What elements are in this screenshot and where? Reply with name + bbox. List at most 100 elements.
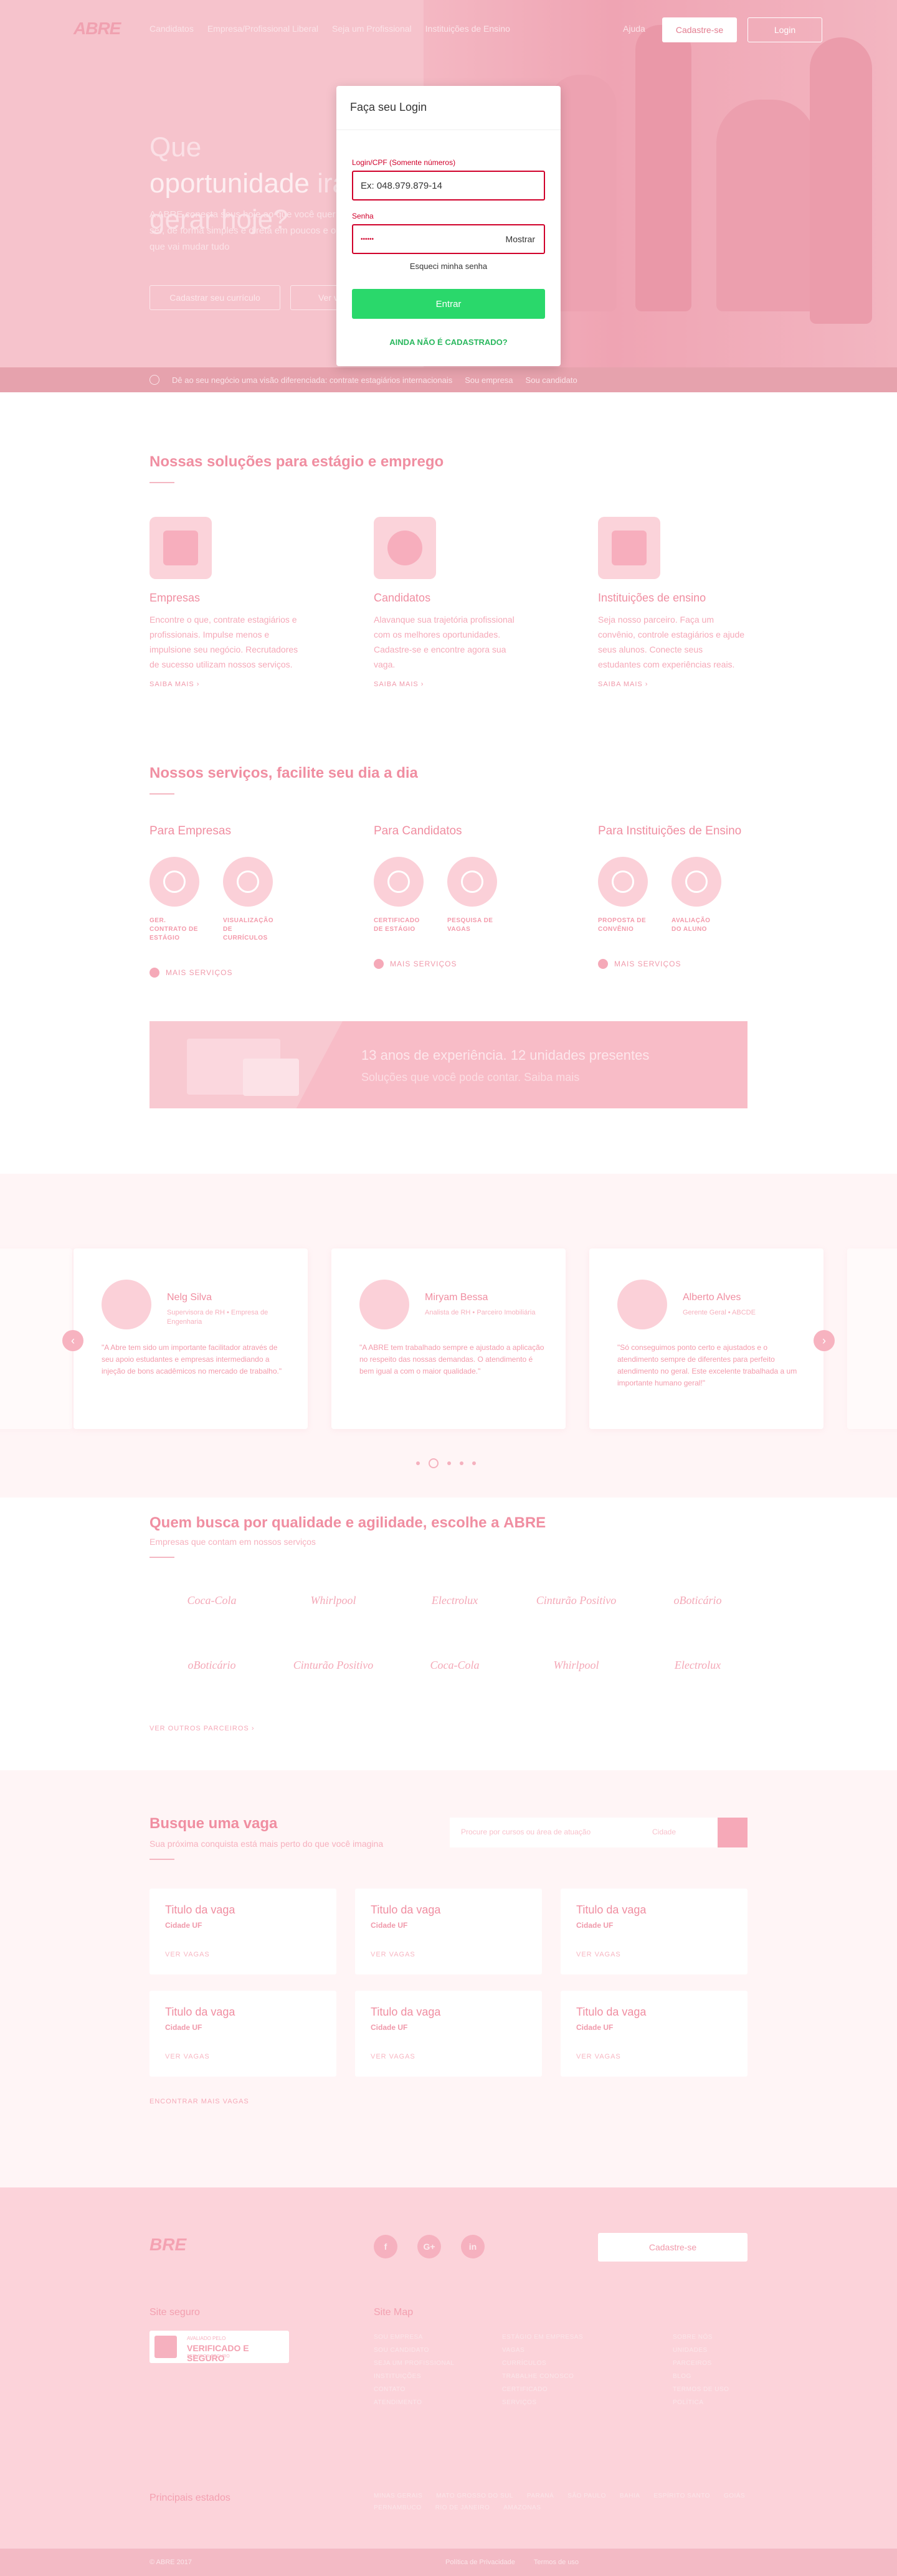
- security-seal[interactable]: AVALIADO PELO VERIFICADO E SEGURO SERVID…: [150, 2331, 289, 2363]
- state-link[interactable]: PERNAMBUCO: [374, 2504, 422, 2511]
- carousel-dot[interactable]: [472, 1461, 476, 1465]
- state-link[interactable]: MINAS GERAIS: [374, 2493, 422, 2499]
- privacy-link[interactable]: Política de Privacidade: [445, 2559, 515, 2566]
- nav-link-candidatos[interactable]: Candidatos: [150, 24, 194, 34]
- sitemap-link[interactable]: SOU CANDIDATO: [374, 2344, 454, 2357]
- hero-lead: A ABRE conecta seus hoje ao que você que…: [150, 209, 336, 252]
- testimonial-card: Nelg Silva Supervisora de RH • Empresa d…: [74, 1248, 308, 1429]
- solution-link[interactable]: SAIBA MAIS ›: [598, 681, 748, 688]
- footer-logo[interactable]: BRE: [150, 2235, 186, 2255]
- not-registered-link[interactable]: AINDA NÃO É CADASTRADO?: [336, 337, 561, 347]
- sitemap-link[interactable]: INSTITUIÇÕES: [374, 2370, 454, 2383]
- sitemap-link[interactable]: CURRÍCULOS: [502, 2357, 583, 2370]
- service-item[interactable]: AVALIAÇÃO DO ALUNO: [672, 857, 721, 934]
- state-link[interactable]: BAHIA: [620, 2493, 640, 2499]
- job-card[interactable]: Titulo da vaga Cidade UF VER VAGAS: [355, 1991, 542, 2077]
- carousel-dot-active[interactable]: [429, 1458, 439, 1468]
- sitemap-link[interactable]: BLOG: [673, 2370, 729, 2383]
- service-item[interactable]: PROPOSTA DE CONVÊNIO: [598, 857, 648, 934]
- service-item[interactable]: PESQUISA DE VAGAS: [447, 857, 497, 934]
- sitemap-link[interactable]: ATENDIMENTO: [374, 2396, 454, 2409]
- nav-link-instituicoes[interactable]: Instituições de Ensino: [425, 24, 510, 34]
- state-link[interactable]: PARANÁ: [527, 2493, 554, 2499]
- show-password-button[interactable]: Mostrar: [506, 234, 535, 244]
- info-bar-link-empresa[interactable]: Sou empresa: [465, 375, 513, 385]
- job-card[interactable]: Titulo da vaga Cidade UF VER VAGAS: [150, 1889, 336, 1974]
- sitemap-link[interactable]: CERTIFICADO: [502, 2383, 583, 2396]
- sitemap-link[interactable]: TRABALHE CONOSCO: [502, 2370, 583, 2383]
- sitemap-link[interactable]: PARCEIROS: [673, 2357, 729, 2370]
- carousel-dot[interactable]: [416, 1461, 420, 1465]
- footer-signup-button[interactable]: Cadastre-se: [598, 2233, 748, 2262]
- state-link[interactable]: RIO DE JANEIRO: [435, 2504, 490, 2511]
- copyright-bar: © ABRE 2017 Política de Privacidade Term…: [0, 2549, 897, 2576]
- job-card[interactable]: Titulo da vaga Cidade UF VER VAGAS: [561, 1889, 748, 1974]
- linkedin-icon[interactable]: in: [461, 2235, 485, 2258]
- solution-link[interactable]: SAIBA MAIS ›: [150, 681, 299, 688]
- nav-link-empresa[interactable]: Empresa/Profissional Liberal: [207, 24, 318, 34]
- state-link[interactable]: ESPÍRITO SANTO: [653, 2493, 710, 2499]
- sitemap-link[interactable]: SERVIÇOS: [502, 2396, 583, 2409]
- search-button[interactable]: [718, 1818, 748, 1847]
- sitemap-link[interactable]: POLÍTICA: [673, 2396, 729, 2409]
- sitemap-link[interactable]: UNIDADES: [673, 2344, 729, 2357]
- solution-text: Seja nosso parceiro. Faça um convênio, c…: [598, 615, 745, 669]
- more-services-link[interactable]: MAIS SERVIÇOS: [374, 959, 561, 969]
- service-item[interactable]: CERTIFICADO DE ESTÁGIO: [374, 857, 424, 934]
- state-link[interactable]: SÃO PAULO: [567, 2493, 606, 2499]
- state-link[interactable]: GOIÁS: [724, 2493, 745, 2499]
- city-input[interactable]: Cidade: [652, 1828, 676, 1836]
- states-heading: Principais estados: [150, 2493, 230, 2503]
- whirlpool-logo: Whirlpool: [310, 1594, 356, 1606]
- state-link[interactable]: MATO GROSSO DO SUL: [436, 2493, 513, 2499]
- job-card[interactable]: Titulo da vaga Cidade UF VER VAGAS: [561, 1991, 748, 2077]
- carousel-next-button[interactable]: ›: [814, 1330, 835, 1351]
- service-item[interactable]: VISUALIZAÇÃO DE CURRÍCULOS: [223, 857, 273, 943]
- sitemap-link[interactable]: VAGAS: [502, 2344, 583, 2357]
- login-user-input[interactable]: Ex: 048.979.879-14: [352, 171, 545, 201]
- job-card[interactable]: Titulo da vaga Cidade UF VER VAGAS: [355, 1889, 542, 1974]
- signup-button[interactable]: Cadastre-se: [662, 17, 737, 42]
- state-link[interactable]: AMAZONAS: [503, 2504, 541, 2511]
- nav-help-link[interactable]: Ajuda: [623, 24, 645, 34]
- more-services-link[interactable]: MAIS SERVIÇOS: [150, 968, 336, 978]
- sitemap-link[interactable]: TERMOS DE USO: [673, 2383, 729, 2396]
- hero-cta-curriculum-button[interactable]: Cadastrar seu currículo: [150, 285, 280, 310]
- login-password-input[interactable]: •••••• Mostrar: [352, 224, 545, 254]
- google-plus-icon[interactable]: G+: [417, 2235, 441, 2258]
- testimonial-role: Analista de RH • Parceiro Imobiliária: [425, 1309, 536, 1316]
- nav-link-profissional[interactable]: Seja um Profissional: [332, 24, 412, 34]
- info-bar-link-candidato[interactable]: Sou candidato: [526, 375, 577, 385]
- login-button[interactable]: Login: [748, 17, 822, 42]
- sitemap-link[interactable]: SOBRE NÓS: [673, 2331, 729, 2344]
- testimonial-name: Nelg Silva: [167, 1292, 212, 1303]
- contract-icon: [150, 857, 199, 907]
- forgot-password-link[interactable]: Esqueci minha senha: [336, 262, 561, 271]
- solution-link[interactable]: SAIBA MAIS ›: [374, 681, 523, 688]
- sitemap-link[interactable]: CONTATO: [374, 2383, 454, 2396]
- agreement-icon: [598, 857, 648, 907]
- more-jobs-link[interactable]: ENCONTRAR MAIS VAGAS: [150, 2098, 249, 2105]
- job-search-input[interactable]: Procure por cursos ou área de atuação: [461, 1828, 591, 1836]
- carousel-dot[interactable]: [460, 1461, 463, 1465]
- avatar: [617, 1280, 667, 1329]
- banner-illustration: [150, 1021, 343, 1108]
- sitemap-link[interactable]: SOU EMPRESA: [374, 2331, 454, 2344]
- sitemap-link[interactable]: ESTÁGIO EM EMPRESAS: [502, 2331, 583, 2344]
- job-card[interactable]: Titulo da vaga Cidade UF VER VAGAS: [150, 1991, 336, 2077]
- sitemap-link[interactable]: SEJA UM PROFISSIONAL: [374, 2357, 454, 2370]
- plus-circle-icon: [598, 959, 608, 969]
- sitemap-column: SOU EMPRESA SOU CANDIDATO SEJA UM PROFIS…: [374, 2331, 454, 2409]
- lock-icon: [154, 2336, 177, 2358]
- abre-logo[interactable]: ABRE: [74, 19, 121, 38]
- experience-banner[interactable]: 13 anos de experiência. 12 unidades pres…: [150, 1021, 748, 1108]
- login-submit-button[interactable]: Entrar: [352, 289, 545, 319]
- see-more-partners-link[interactable]: VER OUTROS PARCEIROS ›: [150, 1725, 254, 1732]
- carousel-dot[interactable]: [447, 1461, 451, 1465]
- terms-link[interactable]: Termos de uso: [534, 2559, 579, 2566]
- facebook-icon[interactable]: f: [374, 2235, 397, 2258]
- more-services-link[interactable]: MAIS SERVIÇOS: [598, 959, 785, 969]
- service-item[interactable]: GER. CONTRATO DE ESTÁGIO: [150, 857, 199, 943]
- solution-card-empresas: Empresas Encontre o que, contrate estagi…: [150, 517, 299, 688]
- carousel-prev-button[interactable]: ‹: [62, 1330, 83, 1351]
